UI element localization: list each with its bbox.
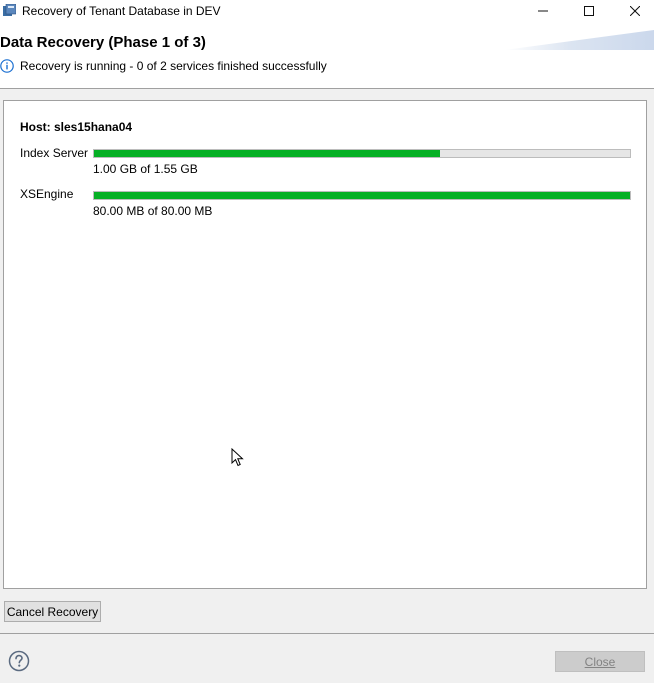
progress-bar-xsengine (93, 191, 631, 200)
service-size-xsengine: 80.00 MB of 80.00 MB (93, 204, 213, 218)
title-bar: Recovery of Tenant Database in DEV (0, 0, 654, 22)
service-name-xsengine: XSEngine (20, 187, 74, 201)
progress-bar-index-server (93, 149, 631, 158)
info-icon (0, 59, 14, 73)
service-size-index-server: 1.00 GB of 1.55 GB (93, 162, 198, 176)
maximize-icon (584, 6, 594, 16)
window-title: Recovery of Tenant Database in DEV (22, 4, 221, 18)
dialog-header: Data Recovery (Phase 1 of 3) Recovery is… (0, 22, 654, 89)
progress-fill-xsengine (94, 192, 630, 199)
service-name-index-server: Index Server (20, 146, 89, 160)
close-window-button[interactable] (612, 0, 654, 22)
banner-decoration (504, 30, 654, 50)
cancel-recovery-button[interactable]: Cancel Recovery (4, 601, 101, 622)
status-message: Recovery is running - 0 of 2 services fi… (20, 59, 327, 73)
host-label: Host: sles15hana04 (20, 120, 133, 134)
page-title: Data Recovery (Phase 1 of 3) (0, 34, 206, 51)
recovery-progress-panel: Host: sles15hana04 Index Server 1.00 GB … (3, 100, 647, 589)
app-icon (3, 4, 16, 16)
footer-divider (0, 633, 654, 634)
minimize-icon (538, 10, 548, 12)
maximize-button[interactable] (566, 0, 612, 22)
mouse-cursor-icon (231, 448, 244, 467)
close-button[interactable]: Close (555, 651, 645, 672)
progress-fill-index-server (94, 150, 440, 157)
minimize-button[interactable] (520, 0, 566, 22)
close-icon (630, 6, 640, 16)
help-icon[interactable] (8, 650, 30, 672)
close-button-label: Close (584, 654, 616, 669)
